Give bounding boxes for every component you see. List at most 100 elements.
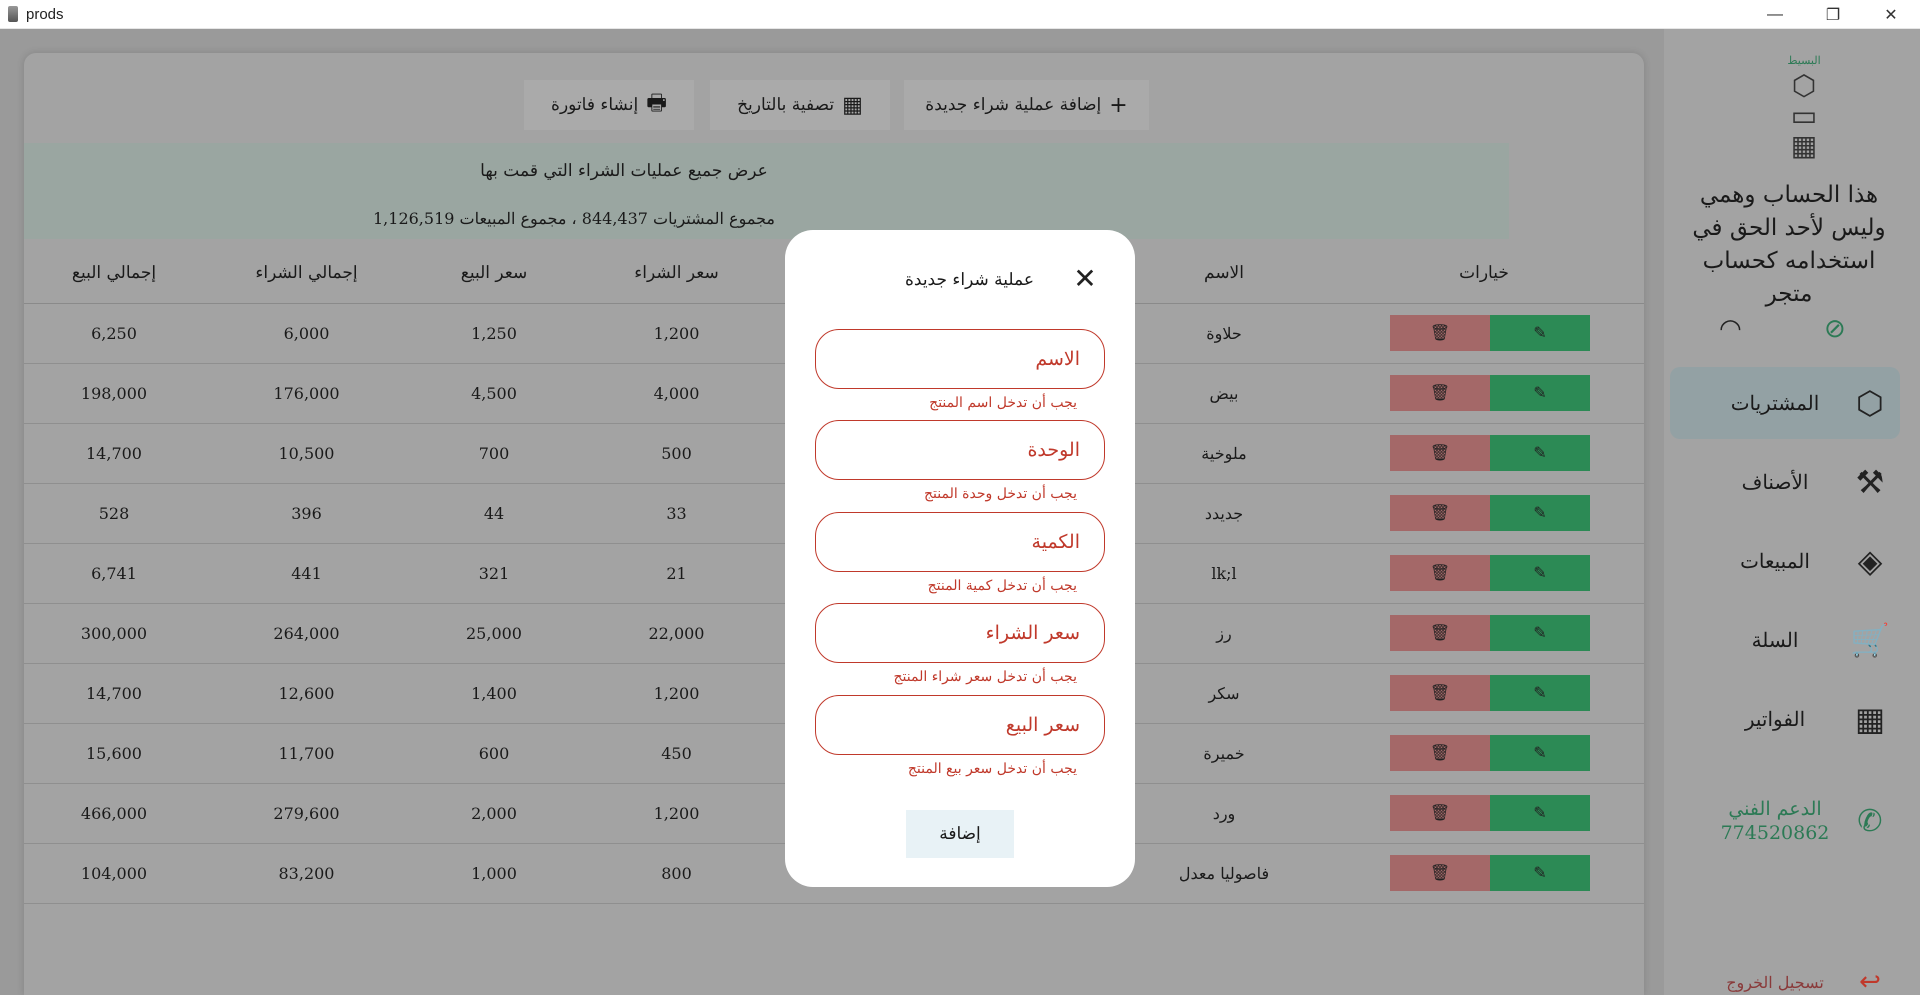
sidebar-item-label: المبيعات [1740,549,1810,573]
quantity-error: يجب أن تدخل كمية المنتج [927,578,1077,594]
maximize-button[interactable]: ❐ [1804,0,1862,29]
add-submit-button[interactable]: إضافة [906,810,1014,858]
delete-button[interactable]: 🗑 [1390,735,1490,771]
cell-buy-price: 800 [579,843,774,904]
cell-name: ملوخية [1124,423,1324,484]
cell-total-sell: 14,700 [24,423,204,484]
cell-total-buy: 264,000 [204,603,409,664]
edit-button[interactable]: ✎ [1490,675,1590,711]
cell-name: lk;l [1124,543,1324,604]
edit-button[interactable]: ✎ [1490,375,1590,411]
cell-sell-price: 700 [409,423,579,484]
cell-actions: 🗑 ✎ [1324,723,1644,784]
support-link[interactable]: ✆ الدعم الفني 774520862 [1670,789,1900,853]
sidebar-item-purchases[interactable]: ⬡ المشتريات [1670,367,1900,439]
cell-name: جديدد [1124,483,1324,544]
cell-total-sell: 104,000 [24,843,204,904]
buy-price-input[interactable]: سعر الشراء [815,603,1105,663]
cell-actions: 🗑 ✎ [1324,543,1644,604]
cell-sell-price: 4,500 [409,363,579,424]
edit-button[interactable]: ✎ [1490,315,1590,351]
unit-field-group: الوحدة يجب أن تدخل وحدة المنتج [815,420,1105,502]
logout-button[interactable]: ↩ تسجيل الخروج [1670,967,1900,995]
quantity-input[interactable]: الكمية [815,512,1105,572]
delete-button[interactable]: 🗑 [1390,855,1490,891]
sidebar-item-invoices[interactable]: ▦ الفواتير [1670,683,1900,755]
cell-total-sell: 6,250 [24,303,204,364]
window-controls: — ❐ ✕ [1746,0,1920,29]
logout-label: تسجيل الخروج [1726,972,1824,992]
app-icon [8,6,18,22]
support-label: الدعم الفني [1728,798,1822,820]
header-total-buy: إجمالي الشراء [204,243,409,304]
logout-icon: ↩ [1859,967,1881,995]
create-invoice-button[interactable]: 🖶 إنشاء فاتورة [524,80,694,130]
unit-input[interactable]: الوحدة [815,420,1105,480]
cell-sell-price: 321 [409,543,579,604]
cell-buy-price: 1,200 [579,663,774,724]
cell-name: بيض [1124,363,1324,424]
cell-actions: 🗑 ✎ [1324,423,1644,484]
header-buy-price: سعر الشراء [579,243,774,304]
support-text: الدعم الفني 774520862 [1670,797,1840,845]
edit-button[interactable]: ✎ [1490,615,1590,651]
close-window-button[interactable]: ✕ [1862,0,1920,29]
cell-buy-price: 4,000 [579,363,774,424]
summary-description: عرض جميع عمليات الشراء التي قمت بها [480,161,768,181]
delete-button[interactable]: 🗑 [1390,795,1490,831]
delete-button[interactable]: 🗑 [1390,435,1490,471]
delete-button[interactable]: 🗑 [1390,315,1490,351]
cell-total-buy: 12,600 [204,663,409,724]
sidebar-item-cart[interactable]: 🛒 السلة [1670,604,1900,676]
cell-sell-price: 1,000 [409,843,579,904]
filter-date-button[interactable]: ▦ تصفية بالتاريخ [710,80,890,130]
demo-account-notice: هذا الحساب وهمي وليس لأحد الحق في استخدا… [1692,182,1886,307]
cell-buy-price: 1,200 [579,783,774,844]
header-sell-price: سعر البيع [409,243,579,304]
calculator-icon: ▦ [1854,700,1886,738]
sell-price-input[interactable]: سعر البيع [815,695,1105,755]
window-title: prods [26,5,64,23]
cell-sell-price: 25,000 [409,603,579,664]
summary-totals: مجموع المشتريات 844,437 ، مجموع المبيعات… [373,209,775,228]
cell-sell-price: 1,400 [409,663,579,724]
cell-total-buy: 6,000 [204,303,409,364]
sidebar-item-label: الفواتير [1744,707,1806,731]
cell-total-buy: 11,700 [204,723,409,784]
delete-button[interactable]: 🗑 [1390,555,1490,591]
edit-button[interactable]: ✎ [1490,795,1590,831]
close-icon[interactable]: ✕ [1070,265,1100,293]
window-titlebar: prods — ❐ ✕ [0,0,1920,29]
edit-button[interactable]: ✎ [1490,495,1590,531]
edit-button[interactable]: ✎ [1490,855,1590,891]
wifi-icon[interactable]: ◠ [1719,314,1742,344]
edit-button[interactable]: ✎ [1490,735,1590,771]
sidebar-item-categories[interactable]: ⚒ الأصناف [1670,446,1900,518]
delete-button[interactable]: 🗑 [1390,675,1490,711]
cell-actions: 🗑 ✎ [1324,783,1644,844]
cell-actions: 🗑 ✎ [1324,483,1644,544]
whatsapp-icon: ✆ [1857,803,1883,839]
cell-actions: 🗑 ✎ [1324,303,1644,364]
name-input[interactable]: الاسم [815,329,1105,389]
edit-button[interactable]: ✎ [1490,435,1590,471]
header-name: الاسم [1124,243,1324,304]
cell-buy-price: 450 [579,723,774,784]
header-total-sell: إجمالي البيع [24,243,204,304]
cell-total-buy: 10,500 [204,423,409,484]
buy-price-error: يجب أن تدخل سعر شراء المنتج [893,669,1077,685]
sidebar-item-sales[interactable]: ◈ المبيعات [1670,525,1900,597]
edit-button[interactable]: ✎ [1490,555,1590,591]
delete-button[interactable]: 🗑 [1390,615,1490,651]
cell-total-buy: 441 [204,543,409,604]
minimize-button[interactable]: — [1746,0,1804,29]
cell-name: حلاوة [1124,303,1324,364]
name-field-group: الاسم يجب أن تدخل اسم المنتج [815,329,1105,411]
delete-button[interactable]: 🗑 [1390,495,1490,531]
cell-sell-price: 2,000 [409,783,579,844]
create-invoice-label: إنشاء فاتورة [551,95,639,115]
sidebar-item-label: المشتريات [1730,391,1820,415]
add-purchase-button[interactable]: + إضافة عملية شراء جديدة [904,80,1149,130]
delete-button[interactable]: 🗑 [1390,375,1490,411]
cell-actions: 🗑 ✎ [1324,843,1644,904]
